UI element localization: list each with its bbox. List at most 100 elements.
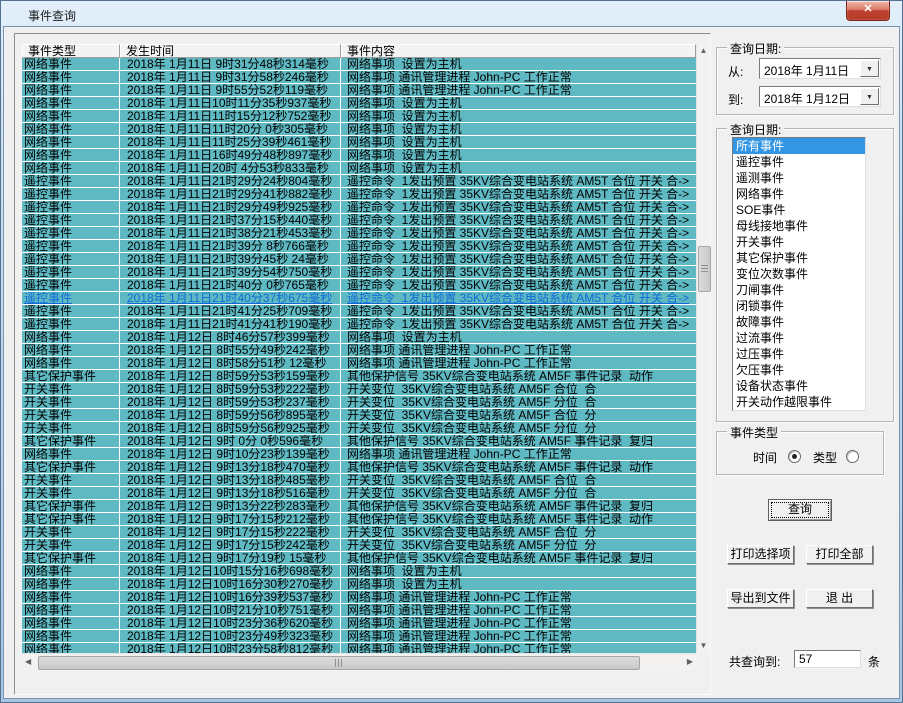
filter-list-item[interactable]: 刀闸事件 — [733, 282, 865, 298]
table-row[interactable]: 网络事件2018年 1月12日10时23分49秒323毫秒网络事项 通讯管理进程… — [22, 630, 696, 643]
filter-list-item[interactable]: 过流事件 — [733, 330, 865, 346]
table-row[interactable]: 遥控事件2018年 1月11日21时39分45秒 24毫秒遥控命令 1发出预置 … — [22, 253, 696, 266]
table-row[interactable]: 遥控事件2018年 1月11日21时41分41秒190毫秒遥控命令 1发出预置 … — [22, 318, 696, 331]
table-row[interactable]: 网络事件2018年 1月11日16时49分48秒897毫秒网络事项 设置为主机 — [22, 149, 696, 162]
table-cell: 2018年 1月12日 9时13分18秒516毫秒 — [120, 487, 341, 500]
to-date-combobox[interactable]: 2018年 1月12日 ▼ — [759, 86, 881, 107]
table-row[interactable]: 开关事件2018年 1月12日 8时59分56秒895毫秒开关变位 35KV综合… — [22, 409, 696, 422]
filter-list-item[interactable]: SOE事件 — [733, 202, 865, 218]
filter-list-item[interactable]: 网络事件 — [733, 186, 865, 202]
column-header-occur-time[interactable]: 发生时间 — [120, 44, 341, 58]
table-row[interactable]: 网络事件2018年 1月12日10时16分30秒270毫秒网络事项 设置为主机 — [22, 578, 696, 591]
table-cell: 遥控命令 1发出预置 35KV综合变电站系统 AM5T 合位 开关 合-> — [341, 318, 696, 331]
table-row[interactable]: 网络事件2018年 1月11日11时25分39秒461毫秒网络事项 设置为主机 — [22, 136, 696, 149]
horizontal-scroll-thumb[interactable] — [38, 656, 640, 670]
filter-list-item[interactable]: 遥测事件 — [733, 170, 865, 186]
table-row[interactable]: 开关事件2018年 1月12日 8时59分56秒925毫秒开关变位 35KV综合… — [22, 422, 696, 435]
filter-list-item[interactable]: 闭锁事件 — [733, 298, 865, 314]
table-row[interactable]: 遥控事件2018年 1月11日21时29分41秒882毫秒遥控命令 1发出预置 … — [22, 188, 696, 201]
table-row[interactable]: 其它保护事件2018年 1月12日 9时13分18秒470毫秒其他保护信号 35… — [22, 461, 696, 474]
table-row[interactable]: 网络事件2018年 1月11日 9时55分52秒119毫秒网络事项 通讯管理进程… — [22, 84, 696, 97]
table-row[interactable]: 网络事件2018年 1月11日10时11分35秒937毫秒网络事项 设置为主机 — [22, 97, 696, 110]
table-vertical-scrollbar[interactable]: ▲ ▼ — [696, 44, 710, 653]
table-row[interactable]: 其它保护事件2018年 1月12日 9时13分22秒283毫秒其他保护信号 35… — [22, 500, 696, 513]
radio-time[interactable] — [788, 450, 801, 463]
scroll-up-icon[interactable]: ▲ — [697, 47, 710, 55]
table-row[interactable]: 其它保护事件2018年 1月12日 8时59分53秒159毫秒其他保护信号 35… — [22, 370, 696, 383]
table-row[interactable]: 开关事件2018年 1月12日 9时13分18秒485毫秒开关变位 35KV综合… — [22, 474, 696, 487]
print-selected-button[interactable]: 打印选择项 — [727, 545, 794, 564]
table-row[interactable]: 网络事件2018年 1月12日10时21分10秒751毫秒网络事项 通讯管理进程… — [22, 604, 696, 617]
filter-list-item[interactable]: 欠压事件 — [733, 362, 865, 378]
table-row[interactable]: 网络事件2018年 1月12日10时23分58秒812毫秒网络事项 通讯管理进程… — [22, 643, 696, 653]
table-row[interactable]: 遥控事件2018年 1月11日21时29分49秒925毫秒遥控命令 1发出预置 … — [22, 201, 696, 214]
table-row[interactable]: 网络事件2018年 1月12日 8时55分49秒242毫秒网络事项 通讯管理进程… — [22, 344, 696, 357]
filter-list-item[interactable]: 故障事件 — [733, 314, 865, 330]
table-horizontal-scrollbar[interactable]: ◀ ▶ — [22, 653, 696, 671]
filter-list-item[interactable]: 其它保护事件 — [733, 250, 865, 266]
query-button[interactable]: 查询 — [768, 499, 832, 521]
table-row[interactable]: 开关事件2018年 1月12日 9时13分18秒516毫秒开关变位 35KV综合… — [22, 487, 696, 500]
table-cell: 2018年 1月11日 9时55分52秒119毫秒 — [120, 84, 341, 97]
filter-list-item[interactable]: 母线接地事件 — [733, 218, 865, 234]
filter-list-item[interactable]: 开关动作越限事件 — [733, 394, 865, 410]
table-row[interactable]: 遥控事件2018年 1月11日21时40分 0秒765毫秒遥控命令 1发出预置 … — [22, 279, 696, 292]
table-row[interactable]: 网络事件2018年 1月12日10时15分16秒698毫秒网络事项 设置为主机 — [22, 565, 696, 578]
table-row[interactable]: 网络事件2018年 1月11日 9时31分48秒314毫秒网络事项 设置为主机 — [22, 58, 696, 71]
export-to-file-button[interactable]: 导出到文件 — [727, 589, 794, 608]
print-all-button[interactable]: 打印全部 — [806, 545, 873, 564]
filter-list-item[interactable]: 遥控事件 — [733, 154, 865, 170]
table-cell: 开关变位 35KV综合变电站系统 AM5F 分位 合 — [341, 396, 696, 409]
table-row[interactable]: 其它保护事件2018年 1月12日 9时 0分 0秒596毫秒其他保护信号 35… — [22, 435, 696, 448]
scroll-down-icon[interactable]: ▼ — [697, 642, 710, 650]
filter-list-item[interactable]: 变位次数事件 — [733, 266, 865, 282]
table-cell: 2018年 1月11日21时29分24秒804毫秒 — [120, 175, 341, 188]
table-row[interactable]: 遥控事件2018年 1月11日21时40分37秒675毫秒遥控命令 1发出预置 … — [22, 292, 696, 305]
table-row[interactable]: 遥控事件2018年 1月11日21时39分 8秒766毫秒遥控命令 1发出预置 … — [22, 240, 696, 253]
table-row[interactable]: 开关事件2018年 1月12日 8时59分53秒222毫秒开关变位 35KV综合… — [22, 383, 696, 396]
vertical-scroll-thumb[interactable] — [698, 246, 711, 292]
table-row[interactable]: 遥控事件2018年 1月11日21时41分25秒709毫秒遥控命令 1发出预置 … — [22, 305, 696, 318]
table-row[interactable]: 网络事件2018年 1月12日 8时58分51秒 12毫秒网络事项 通讯管理进程… — [22, 357, 696, 370]
scroll-right-icon[interactable]: ▶ — [687, 658, 693, 666]
table-cell: 2018年 1月12日 8时59分56秒925毫秒 — [120, 422, 341, 435]
from-date-combobox[interactable]: 2018年 1月11日 ▼ — [759, 58, 881, 79]
table-row[interactable]: 开关事件2018年 1月12日 9时17分15秒242毫秒开关变位 35KV综合… — [22, 539, 696, 552]
table-row[interactable]: 遥控事件2018年 1月11日21时37分15秒440毫秒遥控命令 1发出预置 … — [22, 214, 696, 227]
table-cell: 2018年 1月11日21时37分15秒440毫秒 — [120, 214, 341, 227]
chevron-down-icon[interactable]: ▼ — [860, 88, 879, 105]
table-row[interactable]: 网络事件2018年 1月11日11时15分12秒752毫秒网络事项 设置为主机 — [22, 110, 696, 123]
table-row[interactable]: 网络事件2018年 1月12日10时23分36秒620毫秒网络事项 通讯管理进程… — [22, 617, 696, 630]
radio-type[interactable] — [846, 450, 859, 463]
table-row[interactable]: 遥控事件2018年 1月11日21时38分21秒453毫秒遥控命令 1发出预置 … — [22, 227, 696, 240]
table-row[interactable]: 网络事件2018年 1月12日 9时10分23秒139毫秒网络事项 通讯管理进程… — [22, 448, 696, 461]
table-row[interactable]: 遥控事件2018年 1月11日21时29分24秒804毫秒遥控命令 1发出预置 … — [22, 175, 696, 188]
total-count-field[interactable]: 57 — [794, 650, 861, 668]
event-filter-list[interactable]: 所有事件遥控事件遥测事件网络事件SOE事件母线接地事件开关事件其它保护事件变位次… — [732, 137, 866, 411]
filter-list-item[interactable]: 设备状态事件 — [733, 378, 865, 394]
filter-list-item[interactable]: 开关事件 — [733, 234, 865, 250]
filter-list-item[interactable]: 所有事件 — [733, 138, 865, 154]
scroll-left-icon[interactable]: ◀ — [25, 658, 31, 666]
table-row[interactable]: 开关事件2018年 1月12日 9时17分15秒222毫秒开关变位 35KV综合… — [22, 526, 696, 539]
table-cell: 遥控事件 — [22, 292, 120, 305]
table-row[interactable]: 网络事件2018年 1月12日10时16分39秒537毫秒网络事项 通讯管理进程… — [22, 591, 696, 604]
table-cell: 网络事件 — [22, 344, 120, 357]
close-button[interactable]: ✕ — [846, 1, 890, 21]
table-row[interactable]: 其它保护事件2018年 1月12日 9时17分19秒 15毫秒其他保护信号 35… — [22, 552, 696, 565]
column-header-event-type[interactable]: 事件类型 — [22, 44, 120, 58]
table-cell: 网络事件 — [22, 578, 120, 591]
filter-list-item[interactable]: 过压事件 — [733, 346, 865, 362]
table-row[interactable]: 网络事件2018年 1月11日20时 4分53秒833毫秒网络事项 设置为主机 — [22, 162, 696, 175]
table-row[interactable]: 网络事件2018年 1月12日 8时46分57秒399毫秒网络事项 设置为主机 — [22, 331, 696, 344]
table-row[interactable]: 网络事件2018年 1月11日11时20分 0秒305毫秒网络事项 设置为主机 — [22, 123, 696, 136]
column-header-event-content[interactable]: 事件内容 — [341, 44, 696, 58]
chevron-down-icon[interactable]: ▼ — [860, 60, 879, 77]
table-row[interactable]: 遥控事件2018年 1月11日21时39分54秒750毫秒遥控命令 1发出预置 … — [22, 266, 696, 279]
table-row[interactable]: 网络事件2018年 1月11日 9时31分58秒246毫秒网络事项 通讯管理进程… — [22, 71, 696, 84]
table-cell: 网络事项 通讯管理进程 John-PC 工作正常 — [341, 630, 696, 643]
table-row[interactable]: 其它保护事件2018年 1月12日 9时17分15秒212毫秒其他保护信号 35… — [22, 513, 696, 526]
table-row[interactable]: 开关事件2018年 1月12日 8时59分53秒237毫秒开关变位 35KV综合… — [22, 396, 696, 409]
exit-button[interactable]: 退 出 — [806, 589, 873, 608]
table-cell: 2018年 1月12日 8时58分51秒 12毫秒 — [120, 357, 341, 370]
